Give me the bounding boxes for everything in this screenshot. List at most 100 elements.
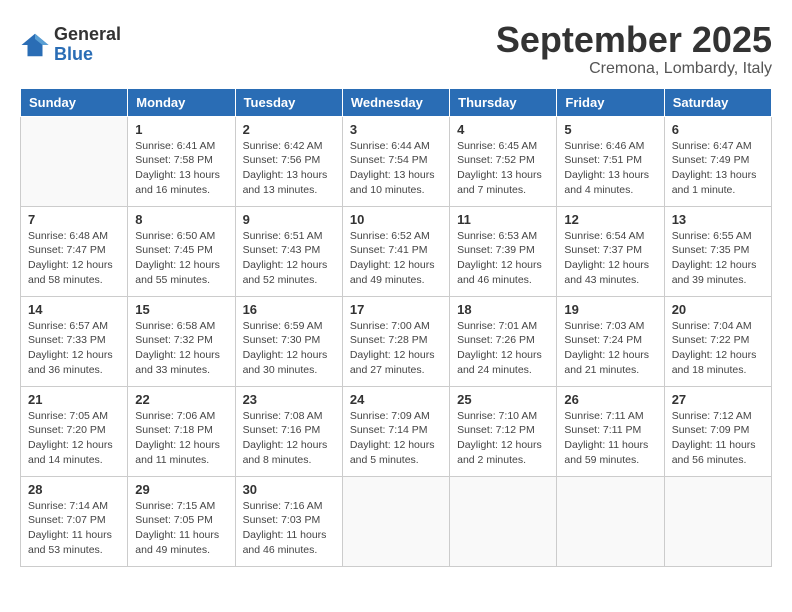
calendar-cell: 12 Sunrise: 6:54 AM Sunset: 7:37 PM Dayli… (557, 206, 664, 296)
day-info: Sunrise: 6:52 AM Sunset: 7:41 PM Dayligh… (350, 229, 442, 288)
logo: General Blue (20, 25, 121, 65)
day-number: 26 (564, 392, 656, 407)
calendar-cell: 7Sunrise: 6:48 AM Sunset: 7:47 PM Daylig… (21, 206, 128, 296)
day-info: Sunrise: 7:11 AM Sunset: 7:11 PM Dayligh… (564, 409, 656, 468)
calendar-cell: 21 Sunrise: 7:05 AM Sunset: 7:20 PM Dayli… (21, 386, 128, 476)
day-number: 2 (243, 122, 335, 137)
calendar-cell: 18 Sunrise: 7:01 AM Sunset: 7:26 PM Dayli… (450, 296, 557, 386)
calendar-cell (450, 476, 557, 566)
day-number: 6 (672, 122, 764, 137)
calendar-week-3: 14Sunrise: 6:57 AM Sunset: 7:33 PM Dayli… (21, 296, 772, 386)
calendar-cell: 19 Sunrise: 7:03 AM Sunset: 7:24 PM Dayli… (557, 296, 664, 386)
day-number: 28 (28, 482, 120, 497)
day-number: 4 (457, 122, 549, 137)
day-number: 19 (564, 302, 656, 317)
day-info: Sunrise: 7:03 AM Sunset: 7:24 PM Dayligh… (564, 319, 656, 378)
calendar-cell: 13 Sunrise: 6:55 AM Sunset: 7:35 PM Dayli… (664, 206, 771, 296)
day-info: Sunrise: 7:05 AM Sunset: 7:20 PM Dayligh… (28, 409, 120, 468)
day-number: 25 (457, 392, 549, 407)
day-number: 29 (135, 482, 227, 497)
day-info: Sunrise: 6:45 AM Sunset: 7:52 PM Dayligh… (457, 139, 549, 198)
day-number: 16 (243, 302, 335, 317)
weekday-header-tuesday: Tuesday (235, 88, 342, 116)
day-number: 23 (243, 392, 335, 407)
day-info: Sunrise: 7:10 AM Sunset: 7:12 PM Dayligh… (457, 409, 549, 468)
day-info: Sunrise: 7:12 AM Sunset: 7:09 PM Dayligh… (672, 409, 764, 468)
calendar-week-1: 1 Sunrise: 6:41 AM Sunset: 7:58 PM Daylig… (21, 116, 772, 206)
calendar-cell: 16 Sunrise: 6:59 AM Sunset: 7:30 PM Dayli… (235, 296, 342, 386)
calendar-cell (664, 476, 771, 566)
day-info: Sunrise: 7:06 AM Sunset: 7:18 PM Dayligh… (135, 409, 227, 468)
day-number: 3 (350, 122, 442, 137)
location-text: Cremona, Lombardy, Italy (496, 60, 772, 78)
day-number: 7 (28, 212, 120, 227)
day-info: Sunrise: 7:08 AM Sunset: 7:16 PM Dayligh… (243, 409, 335, 468)
calendar-cell: 22 Sunrise: 7:06 AM Sunset: 7:18 PM Dayli… (128, 386, 235, 476)
day-number: 21 (28, 392, 120, 407)
day-info: Sunrise: 7:09 AM Sunset: 7:14 PM Dayligh… (350, 409, 442, 468)
logo-general-text: General (54, 25, 121, 45)
day-number: 1 (135, 122, 227, 137)
logo-blue-text: Blue (54, 45, 121, 65)
calendar-cell: 20 Sunrise: 7:04 AM Sunset: 7:22 PM Dayli… (664, 296, 771, 386)
day-info: Sunrise: 6:41 AM Sunset: 7:58 PM Dayligh… (135, 139, 227, 198)
weekday-header-wednesday: Wednesday (342, 88, 449, 116)
day-info: Sunrise: 6:42 AM Sunset: 7:56 PM Dayligh… (243, 139, 335, 198)
calendar-cell: 10 Sunrise: 6:52 AM Sunset: 7:41 PM Dayli… (342, 206, 449, 296)
calendar-cell: 23 Sunrise: 7:08 AM Sunset: 7:16 PM Dayli… (235, 386, 342, 476)
day-number: 27 (672, 392, 764, 407)
day-number: 11 (457, 212, 549, 227)
logo-icon (20, 30, 50, 60)
day-number: 10 (350, 212, 442, 227)
calendar-cell: 30Sunrise: 7:16 AM Sunset: 7:03 PM Dayli… (235, 476, 342, 566)
day-number: 22 (135, 392, 227, 407)
day-number: 17 (350, 302, 442, 317)
calendar-cell: 14Sunrise: 6:57 AM Sunset: 7:33 PM Dayli… (21, 296, 128, 386)
calendar-cell: 29 Sunrise: 7:15 AM Sunset: 7:05 PM Dayli… (128, 476, 235, 566)
weekday-header-friday: Friday (557, 88, 664, 116)
weekday-header-sunday: Sunday (21, 88, 128, 116)
calendar-cell (342, 476, 449, 566)
calendar-cell (557, 476, 664, 566)
calendar-cell: 25 Sunrise: 7:10 AM Sunset: 7:12 PM Dayli… (450, 386, 557, 476)
calendar-cell: 17Sunrise: 7:00 AM Sunset: 7:28 PM Dayli… (342, 296, 449, 386)
header-row: SundayMondayTuesdayWednesdayThursdayFrid… (21, 88, 772, 116)
calendar-cell: 9 Sunrise: 6:51 AM Sunset: 7:43 PM Daylig… (235, 206, 342, 296)
day-number: 9 (243, 212, 335, 227)
day-info: Sunrise: 7:04 AM Sunset: 7:22 PM Dayligh… (672, 319, 764, 378)
day-info: Sunrise: 6:53 AM Sunset: 7:39 PM Dayligh… (457, 229, 549, 288)
day-number: 13 (672, 212, 764, 227)
day-info: Sunrise: 6:54 AM Sunset: 7:37 PM Dayligh… (564, 229, 656, 288)
page-header: General Blue September 2025 Cremona, Lom… (20, 20, 772, 78)
calendar-cell: 11 Sunrise: 6:53 AM Sunset: 7:39 PM Dayli… (450, 206, 557, 296)
day-info: Sunrise: 7:01 AM Sunset: 7:26 PM Dayligh… (457, 319, 549, 378)
calendar-cell: 8Sunrise: 6:50 AM Sunset: 7:45 PM Daylig… (128, 206, 235, 296)
calendar-table: SundayMondayTuesdayWednesdayThursdayFrid… (20, 88, 772, 567)
calendar-cell: 26 Sunrise: 7:11 AM Sunset: 7:11 PM Dayli… (557, 386, 664, 476)
weekday-header-monday: Monday (128, 88, 235, 116)
calendar-body: 1 Sunrise: 6:41 AM Sunset: 7:58 PM Daylig… (21, 116, 772, 566)
calendar-cell: 6 Sunrise: 6:47 AM Sunset: 7:49 PM Daylig… (664, 116, 771, 206)
calendar-cell: 27 Sunrise: 7:12 AM Sunset: 7:09 PM Dayli… (664, 386, 771, 476)
day-number: 8 (135, 212, 227, 227)
calendar-header: SundayMondayTuesdayWednesdayThursdayFrid… (21, 88, 772, 116)
day-number: 20 (672, 302, 764, 317)
day-info: Sunrise: 7:16 AM Sunset: 7:03 PM Dayligh… (243, 499, 335, 558)
day-info: Sunrise: 6:47 AM Sunset: 7:49 PM Dayligh… (672, 139, 764, 198)
weekday-header-saturday: Saturday (664, 88, 771, 116)
calendar-cell: 5Sunrise: 6:46 AM Sunset: 7:51 PM Daylig… (557, 116, 664, 206)
day-info: Sunrise: 6:59 AM Sunset: 7:30 PM Dayligh… (243, 319, 335, 378)
calendar-cell: 1 Sunrise: 6:41 AM Sunset: 7:58 PM Daylig… (128, 116, 235, 206)
day-info: Sunrise: 6:57 AM Sunset: 7:33 PM Dayligh… (28, 319, 120, 378)
title-section: September 2025 Cremona, Lombardy, Italy (496, 20, 772, 78)
day-info: Sunrise: 7:15 AM Sunset: 7:05 PM Dayligh… (135, 499, 227, 558)
day-info: Sunrise: 6:55 AM Sunset: 7:35 PM Dayligh… (672, 229, 764, 288)
calendar-cell: 2 Sunrise: 6:42 AM Sunset: 7:56 PM Daylig… (235, 116, 342, 206)
calendar-cell: 28 Sunrise: 7:14 AM Sunset: 7:07 PM Dayli… (21, 476, 128, 566)
day-info: Sunrise: 6:58 AM Sunset: 7:32 PM Dayligh… (135, 319, 227, 378)
day-info: Sunrise: 6:51 AM Sunset: 7:43 PM Dayligh… (243, 229, 335, 288)
day-number: 12 (564, 212, 656, 227)
day-number: 18 (457, 302, 549, 317)
day-info: Sunrise: 7:14 AM Sunset: 7:07 PM Dayligh… (28, 499, 120, 558)
calendar-cell: 3Sunrise: 6:44 AM Sunset: 7:54 PM Daylig… (342, 116, 449, 206)
